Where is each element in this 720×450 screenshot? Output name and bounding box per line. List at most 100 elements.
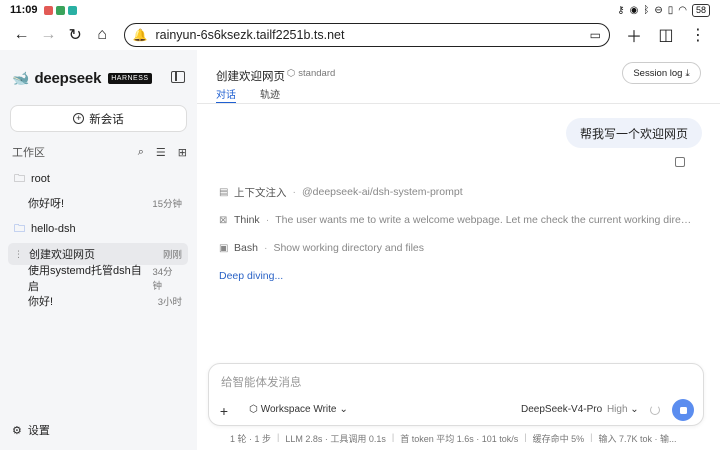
session-log-button[interactable]: Session log ⤓: [622, 62, 701, 84]
terminal-icon: ▣: [219, 242, 229, 254]
home-icon[interactable]: ⌂: [89, 22, 116, 48]
add-attachment-button[interactable]: +: [217, 404, 231, 418]
step-detail: Show working directory and files: [273, 242, 425, 254]
tab-switcher-icon[interactable]: ▭: [590, 28, 601, 42]
step-detail: The user wants me to write a welcome web…: [275, 214, 696, 226]
folder-icon: 🗀: [14, 172, 25, 185]
status-icons: ⚷ ◉ ᛒ ⊖ ▯ ◠ 58: [617, 3, 710, 17]
stat-item: 输入 7.7K tok · 输...: [598, 434, 677, 444]
address-bar[interactable]: 🔔 rainyun-6s6ksezk.tailf2251b.ts.net ▭: [123, 23, 610, 47]
status-bar: 11:09 ⚷ ◉ ᛒ ⊖ ▯ ◠ 58: [0, 0, 720, 20]
step-think[interactable]: ⊠ Think · The user wants me to write a w…: [219, 212, 695, 228]
stat-item: 首 token 平均 1.6s · 101 tok/s: [400, 434, 519, 444]
eye-icon: ◉: [629, 4, 639, 16]
chat-main: 创建欢迎网页 ⬡ standard Session log ⤓ 对话 轨迹 帮我…: [197, 50, 720, 450]
new-folder-icon[interactable]: ⊞: [178, 146, 187, 159]
workspace-header: 工作区 ⌕ ☰ ⊞: [12, 145, 187, 160]
workspace-mode-selector[interactable]: ⬡ Workspace Write ⌄: [249, 404, 348, 415]
model-selector[interactable]: DeepSeek-V4-Pro High ⌄: [521, 404, 639, 415]
workspace-mode-label: Workspace Write: [260, 404, 337, 415]
tree-chat-item[interactable]: 你好! 3小时: [8, 290, 188, 312]
message-composer: 给智能体发消息 + ⬡ Workspace Write ⌄ DeepSeek-V…: [208, 363, 704, 426]
shield-icon: ⬡: [249, 404, 258, 415]
step-name: Think: [234, 214, 260, 226]
tab-chat[interactable]: 对话: [216, 86, 236, 102]
step-name: Bash: [234, 242, 258, 254]
stop-button[interactable]: [672, 399, 694, 421]
whale-logo-icon: 🐋: [12, 70, 30, 86]
session-log-label: Session log: [633, 67, 683, 79]
new-tab-plus-icon[interactable]: ＋: [620, 22, 648, 48]
mode-label: standard: [298, 68, 336, 79]
reasoning-level: High: [606, 404, 628, 415]
stat-item: LLM 2.8s · 工具调用 0.1s: [285, 434, 386, 444]
status-time: 11:09: [10, 4, 38, 16]
tree-time: 34分钟: [152, 267, 173, 292]
chevron-down-icon: ⌄: [630, 404, 639, 415]
download-icon: ⤓: [685, 67, 690, 79]
user-message-text: 帮我写一个欢迎网页: [579, 126, 688, 141]
sidebar-panel-icon[interactable]: ◫: [652, 22, 680, 48]
plus-circle-icon: +: [73, 113, 85, 124]
tree-time: 3小时: [157, 297, 182, 308]
step-context-injection[interactable]: ▤ 上下文注入 · @deepseek-ai/dsh-system-prompt: [219, 184, 463, 200]
notification-bell-icon[interactable]: 🔔: [133, 28, 148, 42]
reload-icon[interactable]: ↻: [62, 22, 89, 48]
think-icon: ⊠: [219, 214, 228, 226]
tree-chat-item[interactable]: 使用systemd托管dsh自启 34分钟: [8, 265, 188, 293]
tree-label: 你好!: [28, 296, 54, 308]
sidebar: 🐋 deepseek HARNESS + 新会话 工作区 ⌕ ☰ ⊞ 🗀 roo…: [0, 50, 197, 450]
document-icon: ▤: [219, 186, 229, 198]
app-notification-icon: [67, 5, 77, 15]
settings-label: 设置: [27, 425, 50, 437]
more-menu-icon[interactable]: ⋮: [684, 22, 712, 48]
app-notification-icon: [55, 5, 65, 15]
settings-button[interactable]: ⚙ 设置: [12, 422, 50, 438]
deep-diving-status: Deep diving...: [219, 270, 284, 282]
tree-folder-root[interactable]: 🗀 root: [8, 168, 188, 190]
loading-spinner-icon: [650, 405, 660, 415]
url-text: rainyun-6s6ksezk.tailf2251b.ts.net: [155, 28, 345, 42]
new-chat-label: 新会话: [89, 113, 124, 126]
mode-indicator: ⬡ standard: [287, 68, 335, 79]
model-name: DeepSeek-V4-Pro: [521, 404, 603, 415]
tree-time: 刚刚: [162, 250, 182, 261]
user-message-bubble: 帮我写一个欢迎网页: [565, 118, 702, 148]
back-arrow-icon[interactable]: ←: [8, 22, 35, 48]
stop-icon: [679, 406, 687, 414]
chevron-down-icon: ⌄: [339, 404, 348, 415]
vibrate-icon: ▯: [667, 4, 674, 16]
bluetooth-icon: ᛒ: [643, 4, 650, 16]
shield-icon: ⬡: [287, 68, 296, 79]
filter-icon[interactable]: ☰: [156, 146, 166, 159]
browser-toolbar: ← → ↻ ⌂ 🔔 rainyun-6s6ksezk.tailf2251b.ts…: [0, 20, 720, 50]
brand-name: deepseek: [34, 70, 102, 87]
tree-time: 15分钟: [152, 199, 182, 210]
stat-item: 缓存命中 5%: [532, 434, 585, 444]
step-name: 上下文注入: [234, 186, 287, 199]
tree-label: 你好呀!: [28, 198, 65, 210]
copy-icon[interactable]: [675, 155, 688, 167]
page-title: 创建欢迎网页: [216, 71, 285, 83]
workspace-label: 工作区: [12, 147, 45, 159]
collapse-sidebar-icon[interactable]: [171, 71, 185, 83]
step-detail: @deepseek-ai/dsh-system-prompt: [302, 186, 463, 198]
app-notification-icon: [43, 5, 53, 15]
tree-chat-item[interactable]: 你好呀! 15分钟: [8, 192, 188, 214]
forward-arrow-icon[interactable]: →: [35, 22, 62, 48]
tree-label: 创建欢迎网页: [29, 249, 95, 261]
tab-divider: [197, 103, 720, 104]
message-input[interactable]: 给智能体发消息: [221, 374, 302, 390]
tree-label: hello-dsh: [31, 223, 76, 235]
step-bash[interactable]: ▣ Bash · Show working directory and file…: [219, 240, 424, 256]
stat-item: 1 轮 · 1 步: [230, 434, 272, 444]
tree-folder-hello-dsh[interactable]: 🗀 hello-dsh: [8, 218, 188, 240]
folder-icon: 🗀: [14, 222, 25, 235]
drag-handle-icon[interactable]: ⋮: [14, 249, 23, 260]
tree-label: root: [31, 173, 50, 185]
tab-trace[interactable]: 轨迹: [260, 86, 280, 102]
dnd-icon: ⊖: [654, 4, 663, 16]
gear-icon: ⚙: [12, 424, 22, 437]
new-chat-button[interactable]: + 新会话: [10, 105, 187, 132]
search-icon[interactable]: ⌕: [138, 146, 144, 159]
